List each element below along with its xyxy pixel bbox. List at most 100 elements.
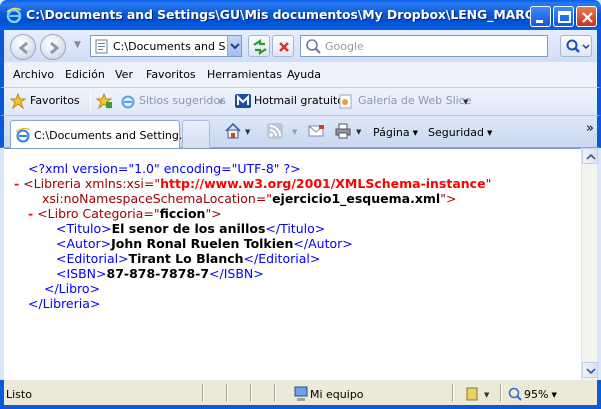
separator — [250, 384, 252, 402]
xml-line-editorial: <Editorial>Tirant Lo Blanch</Editorial> — [56, 251, 320, 266]
xml-line-libro: - <Libro Categoria="ficcion"> — [28, 206, 222, 221]
msn-icon — [235, 94, 251, 108]
forward-button[interactable] — [40, 34, 66, 60]
title-bar[interactable]: C:\Documents and Settings\GU\Mis documen… — [0, 0, 601, 30]
menu-favoritos[interactable]: Favoritos — [146, 68, 196, 81]
menu-herramientas[interactable]: Herramientas — [207, 68, 282, 81]
security-menu-button[interactable]: Seguridad ▼ — [428, 126, 492, 139]
ie-logo-icon — [6, 7, 22, 23]
refresh-icon — [253, 38, 267, 56]
page-menu-button[interactable]: Página ▼ — [373, 126, 418, 139]
collapse-toggle[interactable]: - — [28, 206, 33, 221]
zoom-level: 95% — [524, 388, 549, 401]
search-icon — [306, 39, 321, 54]
close-icon — [582, 12, 593, 23]
close-button[interactable] — [576, 6, 597, 27]
page-icon — [95, 39, 108, 54]
fav-hotmail-gratuito[interactable]: Hotmail gratuito — [254, 94, 344, 107]
separator — [452, 384, 454, 402]
scroll-down-button[interactable] — [582, 362, 598, 378]
mail-icon[interactable] — [307, 122, 325, 140]
search-input[interactable]: Google — [300, 35, 548, 57]
print-icon[interactable] — [334, 122, 352, 140]
xml-tag: <Autor> — [56, 236, 112, 251]
add-favorite-icon[interactable] — [96, 93, 112, 109]
back-button[interactable] — [10, 34, 36, 60]
xml-line-autor: <Autor>John Ronal Ruelen Tolkien</Autor> — [56, 236, 353, 251]
search-go-icon — [566, 39, 590, 53]
maximize-icon — [558, 11, 571, 23]
zoom-level-button[interactable]: 95% ▼ — [524, 388, 557, 401]
browser-window: C:\Documents and Settings\GU\Mis documen… — [0, 0, 601, 409]
menu-archivo[interactable]: Archivo — [13, 68, 54, 81]
home-icon[interactable] — [224, 122, 242, 140]
computer-zone-icon — [294, 386, 308, 401]
protected-mode-icon[interactable] — [464, 386, 480, 402]
xml-text: John Ronal Ruelen Tolkien — [111, 236, 294, 251]
chevron-down-icon[interactable]: ▼ — [218, 98, 223, 106]
address-input[interactable]: C:\Documents and Set — [113, 40, 225, 53]
xml-attr-value: ejercicio1_esquema.xml — [272, 191, 441, 206]
scroll-down-icon — [586, 368, 596, 375]
fav-galeria-web-slice[interactable]: Galería de Web Slice — [358, 94, 472, 107]
xml-line-isbn: <ISBN>87-878-7878-7</ISBN> — [56, 266, 264, 281]
xml-attr: xsi:noNamespaceSchemaLocation=" — [42, 191, 273, 206]
xml-attr-value: http://www.w3.org/2001/XMLSchema-instanc… — [160, 176, 486, 191]
xml-tag: </ISBN> — [209, 266, 264, 281]
address-bar[interactable]: C:\Documents and Set — [90, 35, 242, 57]
page-menu-label: Página — [373, 126, 410, 139]
chevron-down-icon[interactable]: ▼ — [484, 391, 489, 399]
more-tools-button[interactable]: » — [586, 121, 594, 136]
xml-tag: </Editorial> — [243, 251, 321, 266]
favorites-button[interactable]: Favoritos — [30, 94, 80, 107]
chevron-down-icon[interactable]: ▼ — [463, 98, 468, 106]
scroll-up-icon — [586, 153, 596, 160]
favorites-star-icon — [10, 93, 26, 109]
menu-ayuda[interactable]: Ayuda — [287, 68, 321, 81]
history-dropdown-icon[interactable]: ▼ — [74, 40, 84, 50]
separator — [500, 384, 502, 402]
chevron-down-icon — [230, 43, 240, 50]
maximize-button[interactable] — [553, 6, 574, 27]
search-placeholder: Google — [325, 40, 364, 53]
separator — [90, 93, 91, 111]
xml-line-libreria: - <Libreria xmlns:xsi="http://www.w3.org… — [14, 176, 491, 191]
menu-ver[interactable]: Ver — [115, 68, 133, 81]
xml-line-schema-location: xsi:noNamespaceSchemaLocation="ejercicio… — [42, 191, 456, 206]
xml-tag: "> — [205, 206, 222, 221]
security-zone: Mi equipo — [310, 388, 364, 401]
separator — [274, 384, 276, 402]
scroll-up-button[interactable] — [582, 148, 598, 164]
xml-line-titulo: <Titulo>El senor de los anillos</Titulo> — [56, 221, 325, 236]
chevron-down-icon[interactable]: ▼ — [356, 128, 361, 136]
fav-sitios-sugeridos[interactable]: Sitios sugeridos — [139, 94, 226, 107]
chevron-down-icon: ▼ — [551, 391, 557, 399]
xml-tag: <Titulo> — [56, 221, 112, 236]
xml-text: El senor de los anillos — [111, 221, 266, 236]
xml-tag: "> — [440, 191, 457, 206]
page-content: <?xml version="1.0" encoding="UTF-8" ?> … — [4, 148, 581, 380]
chevron-down-icon[interactable]: ▼ — [245, 128, 250, 136]
chevron-down-icon: ▼ — [487, 129, 493, 137]
stop-button[interactable] — [272, 35, 294, 57]
chevron-down-icon[interactable]: ▼ — [292, 128, 297, 136]
xml-tag: <Libreria xmlns:xsi=" — [23, 176, 161, 191]
chevron-down-icon: ▼ — [412, 129, 419, 137]
address-dropdown-button[interactable] — [227, 36, 241, 56]
vertical-scrollbar[interactable] — [581, 148, 598, 380]
xml-line-libro-close: </Libro> — [44, 281, 100, 296]
menu-edicion[interactable]: Edición — [65, 68, 105, 81]
xml-tag: </Titulo> — [265, 221, 326, 236]
tab-bar: C:\Documents and Setting... ▼ ▼ ▼ Página… — [0, 116, 601, 148]
search-button[interactable] — [560, 35, 592, 57]
collapse-toggle[interactable]: - — [14, 176, 19, 191]
web-slice-icon — [339, 94, 352, 109]
refresh-button[interactable] — [248, 35, 270, 57]
forward-arrow-icon — [50, 41, 60, 55]
tab-active[interactable]: C:\Documents and Setting... — [10, 120, 189, 148]
new-tab-button[interactable] — [182, 120, 210, 148]
minimize-button[interactable] — [530, 6, 551, 27]
xml-tag: <Libro Categoria=" — [37, 206, 160, 221]
rss-feed-icon[interactable] — [266, 122, 284, 140]
xml-attr-value: ficcion — [159, 206, 206, 221]
